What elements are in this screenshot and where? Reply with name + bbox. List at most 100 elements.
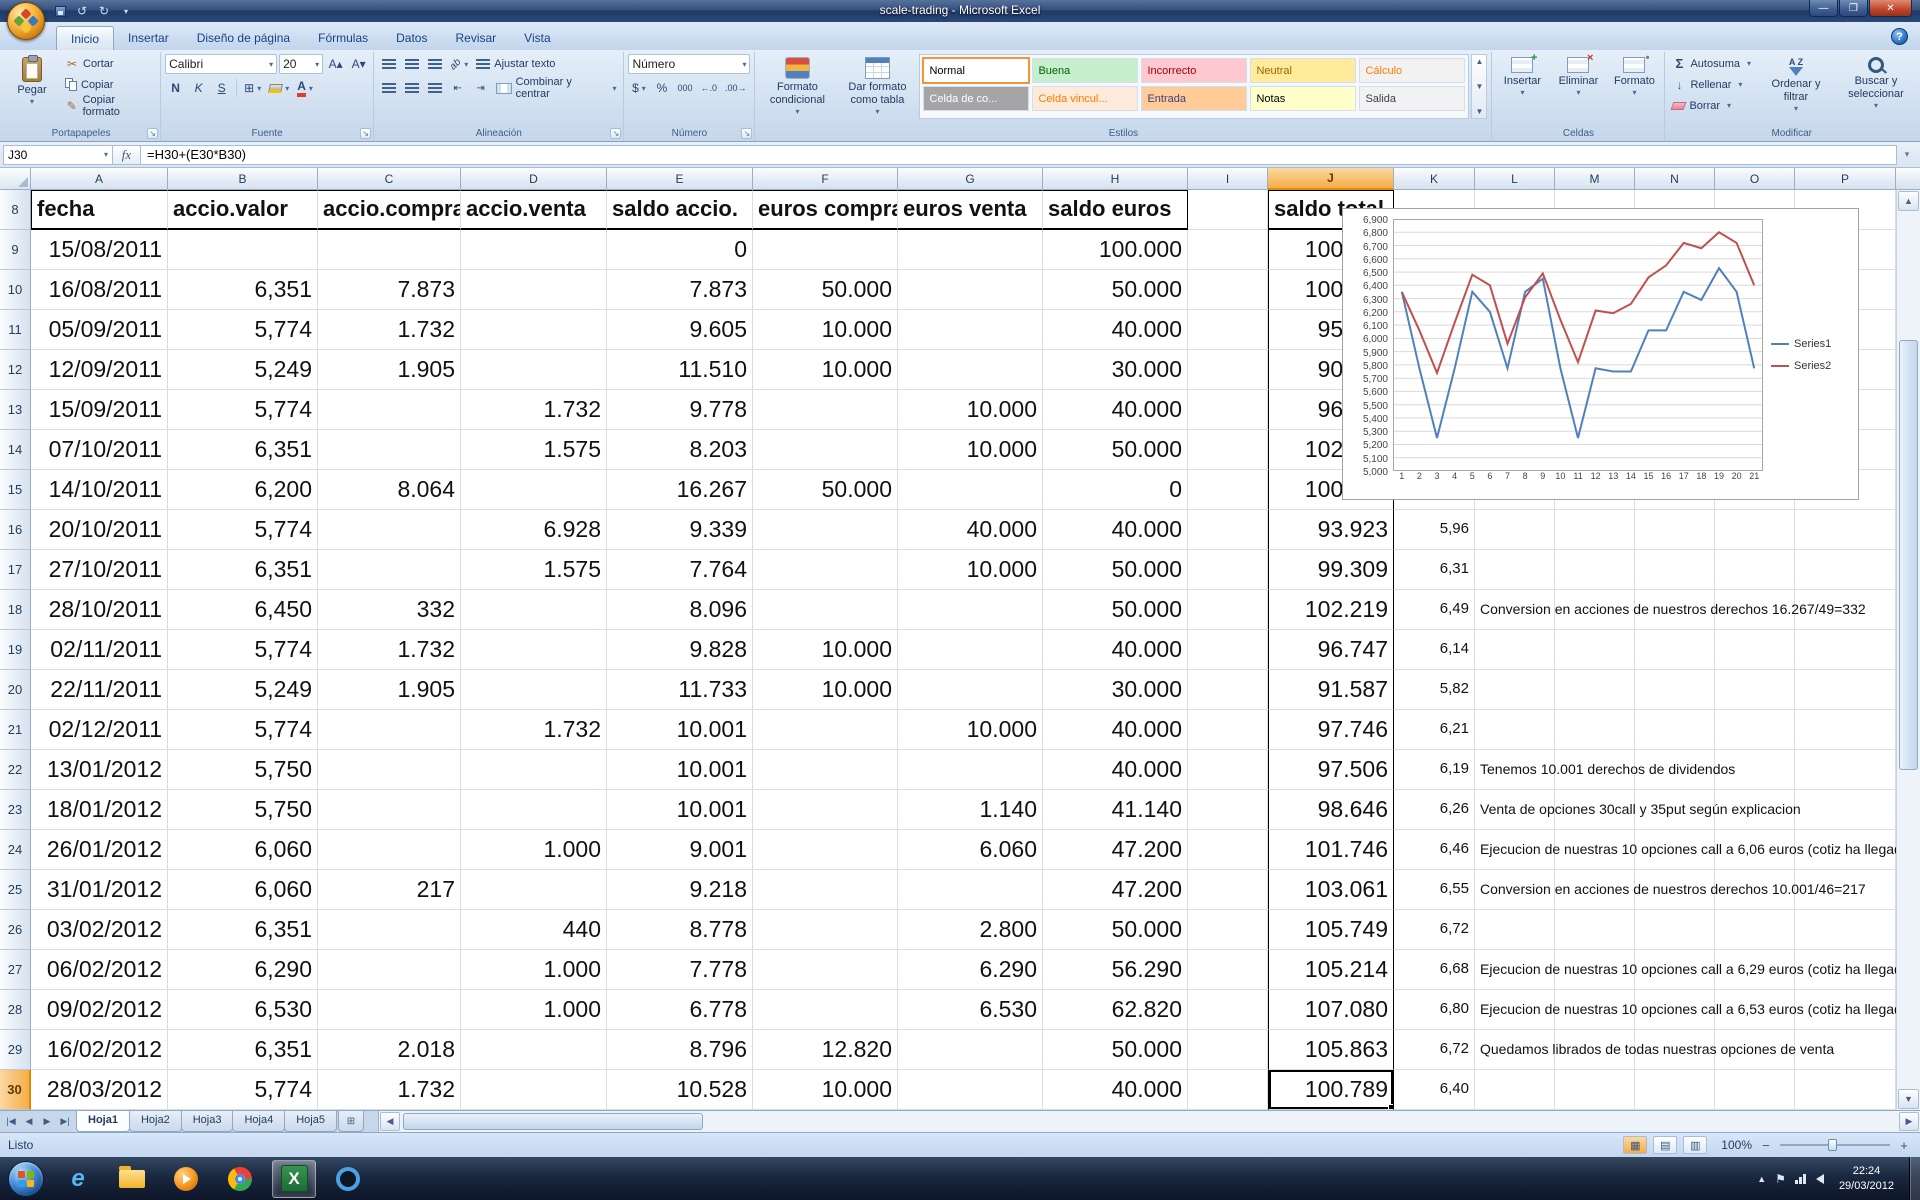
select-all-button[interactable] <box>0 168 31 190</box>
cell-E21[interactable]: 10.001 <box>607 710 753 750</box>
next-sheet-button[interactable]: ▶ <box>39 1116 55 1127</box>
cell-B29[interactable]: 6,351 <box>168 1030 318 1070</box>
currency-format-button[interactable]: $▾ <box>628 78 649 98</box>
ribbon-tab-insertar[interactable]: Insertar <box>114 26 183 50</box>
cell-J16[interactable]: 93.923 <box>1268 510 1394 550</box>
excel-icon[interactable]: X <box>272 1160 316 1198</box>
cell-style-chip-0[interactable]: Normal <box>923 58 1029 83</box>
cell-F19[interactable]: 10.000 <box>753 630 898 670</box>
cell-G15[interactable] <box>898 470 1043 510</box>
cell-A10[interactable]: 16/08/2011 <box>31 270 168 310</box>
cell-L20[interactable] <box>1475 670 1555 710</box>
cell-F22[interactable] <box>753 750 898 790</box>
row-header-8[interactable]: 8 <box>0 190 31 230</box>
cell-F15[interactable]: 50.000 <box>753 470 898 510</box>
cell-E12[interactable]: 11.510 <box>607 350 753 390</box>
cell-H9[interactable]: 100.000 <box>1043 230 1188 270</box>
cell-P16[interactable] <box>1795 510 1896 550</box>
cell-style-chip-1[interactable]: Buena <box>1032 58 1138 83</box>
row-header-13[interactable]: 13 <box>0 390 31 430</box>
cut-button[interactable]: ✂ Cortar <box>62 54 156 73</box>
cell-E28[interactable]: 6.778 <box>607 990 753 1030</box>
cell-E30[interactable]: 10.528 <box>607 1070 753 1110</box>
cell-A9[interactable]: 15/08/2011 <box>31 230 168 270</box>
row-header-23[interactable]: 23 <box>0 790 31 830</box>
percent-format-button[interactable]: % <box>651 78 672 98</box>
zoom-slider-thumb[interactable] <box>1828 1139 1837 1151</box>
cell-D15[interactable] <box>461 470 607 510</box>
name-box[interactable]: J30 ▾ <box>3 145 113 165</box>
cell-L24[interactable]: Ejecucion de nuestras 10 opciones call a… <box>1475 830 1555 870</box>
cell-E14[interactable]: 8.203 <box>607 430 753 470</box>
cell-G28[interactable]: 6.530 <box>898 990 1043 1030</box>
wrap-text-button[interactable]: Ajustar texto <box>473 55 558 74</box>
increase-indent-button[interactable]: ⇥ <box>470 78 491 98</box>
cell-K25[interactable]: 6,55 <box>1394 870 1475 910</box>
cell-D29[interactable] <box>461 1030 607 1070</box>
cell-H21[interactable]: 40.000 <box>1043 710 1188 750</box>
cell-N17[interactable] <box>1635 550 1715 590</box>
page-layout-view-button[interactable]: ▤ <box>1653 1136 1677 1154</box>
column-header-F[interactable]: F <box>753 168 898 190</box>
cell-H25[interactable]: 47.200 <box>1043 870 1188 910</box>
cell-B21[interactable]: 5,774 <box>168 710 318 750</box>
cell-E11[interactable]: 9.605 <box>607 310 753 350</box>
cell-F9[interactable] <box>753 230 898 270</box>
cell-I20[interactable] <box>1188 670 1268 710</box>
cell-C28[interactable] <box>318 990 461 1030</box>
font-name-select[interactable]: Calibri▾ <box>165 54 277 74</box>
cell-G20[interactable] <box>898 670 1043 710</box>
column-header-K[interactable]: K <box>1394 168 1475 190</box>
cell-H27[interactable]: 56.290 <box>1043 950 1188 990</box>
cell-C13[interactable] <box>318 390 461 430</box>
cell-style-chip-6[interactable]: Celda vincul... <box>1032 86 1138 111</box>
cell-H13[interactable]: 40.000 <box>1043 390 1188 430</box>
row-header-24[interactable]: 24 <box>0 830 31 870</box>
volume-icon[interactable] <box>1816 1174 1824 1184</box>
cell-K19[interactable]: 6,14 <box>1394 630 1475 670</box>
cell-J27[interactable]: 105.214 <box>1268 950 1394 990</box>
cell-C22[interactable] <box>318 750 461 790</box>
media-player-icon[interactable] <box>326 1160 370 1198</box>
cell-F18[interactable] <box>753 590 898 630</box>
cell-L22[interactable]: Tenemos 10.001 derechos de dividendos <box>1475 750 1555 790</box>
cell-E29[interactable]: 8.796 <box>607 1030 753 1070</box>
cell-D28[interactable]: 1.000 <box>461 990 607 1030</box>
decrease-indent-button[interactable]: ⇤ <box>447 78 468 98</box>
sheet-tab-hoja1[interactable]: Hoja1 <box>76 1111 130 1132</box>
cell-P19[interactable] <box>1795 630 1896 670</box>
cell-B27[interactable]: 6,290 <box>168 950 318 990</box>
cell-K30[interactable]: 6,40 <box>1394 1070 1475 1110</box>
cell-G26[interactable]: 2.800 <box>898 910 1043 950</box>
cell-D22[interactable] <box>461 750 607 790</box>
row-header-11[interactable]: 11 <box>0 310 31 350</box>
cell-C21[interactable] <box>318 710 461 750</box>
cell-G17[interactable]: 10.000 <box>898 550 1043 590</box>
cell-C27[interactable] <box>318 950 461 990</box>
dialog-launcher-icon[interactable]: ↘ <box>147 128 158 139</box>
row-header-16[interactable]: 16 <box>0 510 31 550</box>
cell-A21[interactable]: 02/12/2011 <box>31 710 168 750</box>
cell-F11[interactable]: 10.000 <box>753 310 898 350</box>
cell-I27[interactable] <box>1188 950 1268 990</box>
cell-J28[interactable]: 107.080 <box>1268 990 1394 1030</box>
row-header-28[interactable]: 28 <box>0 990 31 1030</box>
cell-I29[interactable] <box>1188 1030 1268 1070</box>
cell-J24[interactable]: 101.746 <box>1268 830 1394 870</box>
cell-F26[interactable] <box>753 910 898 950</box>
row-header-26[interactable]: 26 <box>0 910 31 950</box>
align-left-button[interactable] <box>378 78 399 98</box>
cell-L30[interactable] <box>1475 1070 1555 1110</box>
cell-O16[interactable] <box>1715 510 1795 550</box>
cell-E27[interactable]: 7.778 <box>607 950 753 990</box>
cell-B20[interactable]: 5,249 <box>168 670 318 710</box>
cell-B24[interactable]: 6,060 <box>168 830 318 870</box>
delete-cells-button[interactable]: Eliminar ▾ <box>1552 54 1604 100</box>
cell-B9[interactable] <box>168 230 318 270</box>
cell-N16[interactable] <box>1635 510 1715 550</box>
cell-C24[interactable] <box>318 830 461 870</box>
cell-H30[interactable]: 40.000 <box>1043 1070 1188 1110</box>
formula-input[interactable]: =H30+(E30*B30) <box>141 145 1897 165</box>
cell-F23[interactable] <box>753 790 898 830</box>
cell-style-chip-4[interactable]: Cálculo <box>1359 58 1465 83</box>
